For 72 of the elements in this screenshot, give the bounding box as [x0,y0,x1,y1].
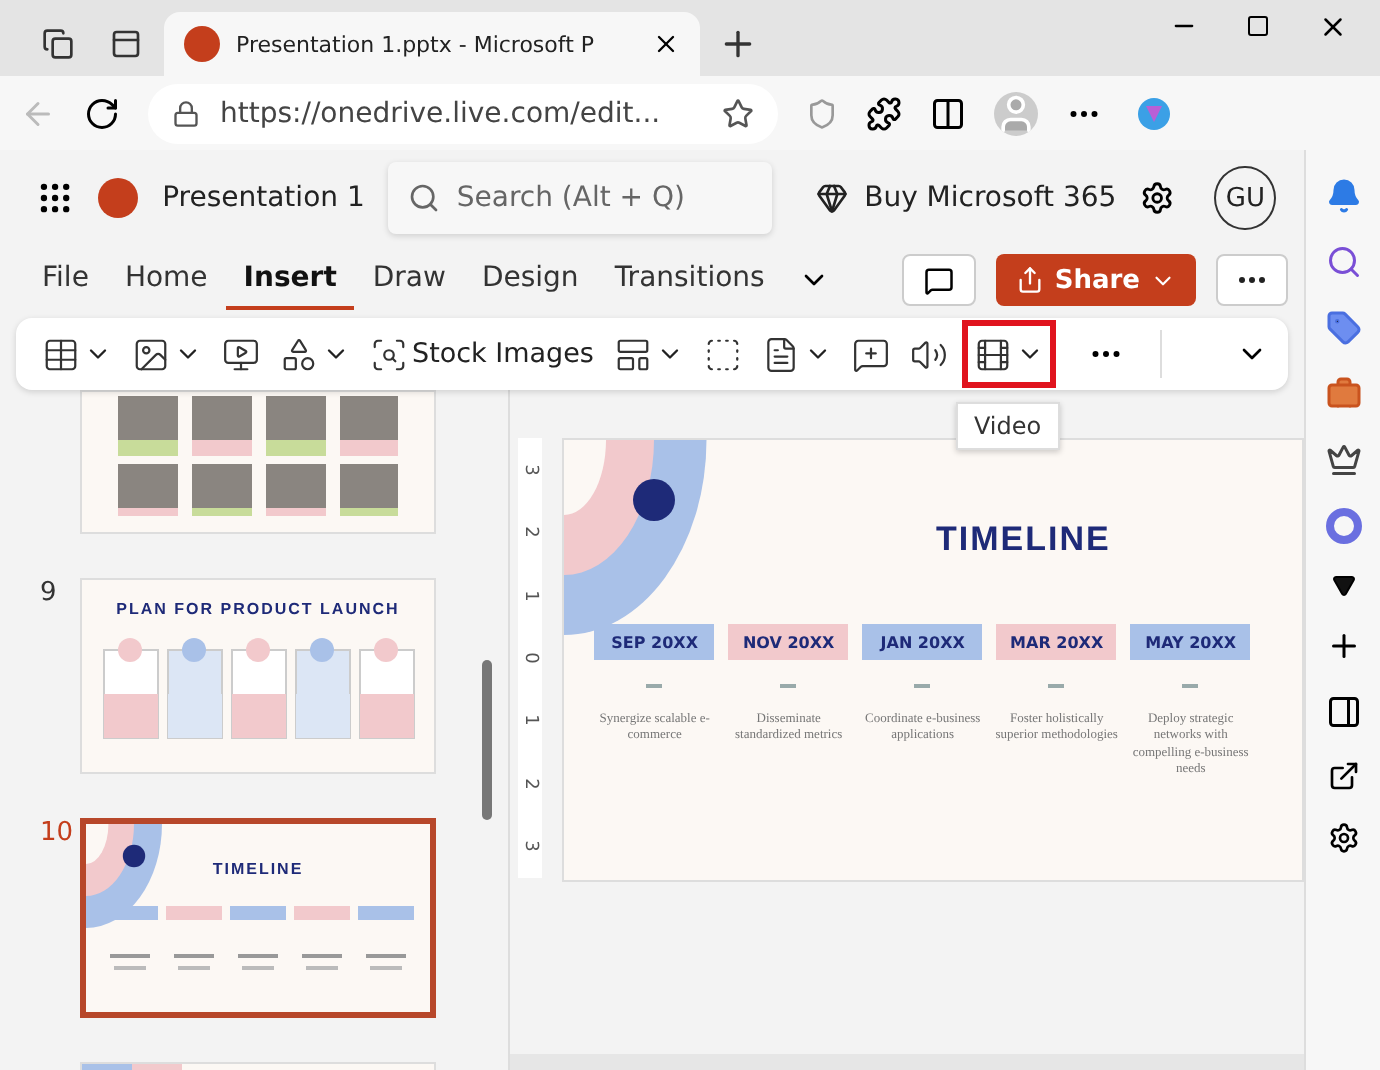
more-options-button[interactable] [1216,254,1288,306]
screen-icon [222,335,260,373]
slide-canvas[interactable] [562,438,1304,882]
share-icon [1016,266,1045,294]
settings-icon[interactable] [1327,822,1359,854]
slide-thumbnail[interactable] [80,390,436,534]
powerpoint-logo-icon [98,178,139,218]
close-icon[interactable] [652,30,680,58]
stock-icon [370,335,408,373]
external-link-icon[interactable] [1327,760,1359,792]
dropdown-icon[interactable] [1331,574,1355,598]
slide-thumbnail[interactable]: PLAN FOR PRODUCT LAUNCH [80,578,436,774]
slide-title: PLAN FOR PRODUCT LAUNCH [116,600,400,618]
powerpoint-logo-icon [184,26,220,62]
slide-thumbnail[interactable]: TIMELINE [80,818,436,1018]
picture-icon [132,335,170,373]
date-label: MAY 20XX [1130,624,1251,660]
ribbon-tab[interactable]: Insert [225,250,355,310]
search-icon [408,182,441,214]
slide-title: TIMELINE [934,520,1113,560]
document-title[interactable]: Presentation 1 [162,182,365,214]
refresh-icon[interactable] [84,95,120,131]
slide-number: 10 [40,818,68,852]
ribbon-tab[interactable]: Transitions [596,250,783,310]
table-icon [42,335,80,373]
split-screen-icon[interactable] [930,95,966,131]
diamond-icon [816,182,849,214]
app-launcher-icon[interactable] [36,178,75,218]
date-label: JAN 20XX [862,624,983,660]
date-label: SEP 20XX [594,624,715,660]
slide-bar-drawing [82,1064,182,1070]
puzzle-icon[interactable] [866,95,902,131]
scrollbar-thumb[interactable] [482,660,492,820]
sidebar-icon[interactable] [1325,694,1361,730]
shield-icon[interactable] [806,97,838,129]
more-icon [1238,276,1266,284]
date-label: NOV 20XX [728,624,849,660]
ribbon-tab[interactable]: Design [463,250,597,310]
slide-number: 9 [40,578,59,612]
stock-button[interactable]: Stock Images [364,326,600,382]
browser-tab[interactable]: Presentation 1.pptx - Microsoft P [164,12,700,76]
tag-icon[interactable] [1325,310,1361,346]
user-avatar[interactable]: GU [1214,166,1276,230]
search-field[interactable]: Search (Alt + Q) [388,162,773,234]
ribbon-tab[interactable]: File [24,250,107,310]
address-bar[interactable]: https://onedrive.live.com/edit... [148,83,778,143]
comment-icon [851,335,890,373]
share-button[interactable]: Share [996,254,1196,306]
settings-icon[interactable] [1140,180,1175,216]
bell-icon[interactable] [1325,178,1361,214]
horizontal-scrollbar[interactable] [510,1054,1304,1070]
slide-title: TIMELINE [212,860,304,878]
audio-icon [909,335,948,373]
briefcase-icon[interactable] [1325,376,1361,412]
comment-icon [924,265,955,295]
lock-icon[interactable] [172,99,200,127]
ribbon-tab[interactable]: Home [106,250,226,310]
buy-link[interactable]: Buy Microsoft 365 [816,182,1117,214]
date-label: MAR 20XX [996,624,1117,660]
maximize-icon[interactable] [1246,14,1270,38]
file-icon [761,335,800,373]
video-icon [973,335,1012,373]
arc-decoration [86,824,162,928]
search-icon[interactable] [1325,244,1361,280]
shapes-icon [280,335,318,373]
textbox-icon [703,335,742,373]
tooltip: Video [955,402,1060,450]
layout-icon [613,335,652,373]
comments-button[interactable] [902,254,977,306]
ribbon-tab[interactable]: Draw [354,250,464,310]
star-icon[interactable] [722,97,754,129]
vertical-ruler: 3 2 1 0 1 2 3 [518,438,543,878]
